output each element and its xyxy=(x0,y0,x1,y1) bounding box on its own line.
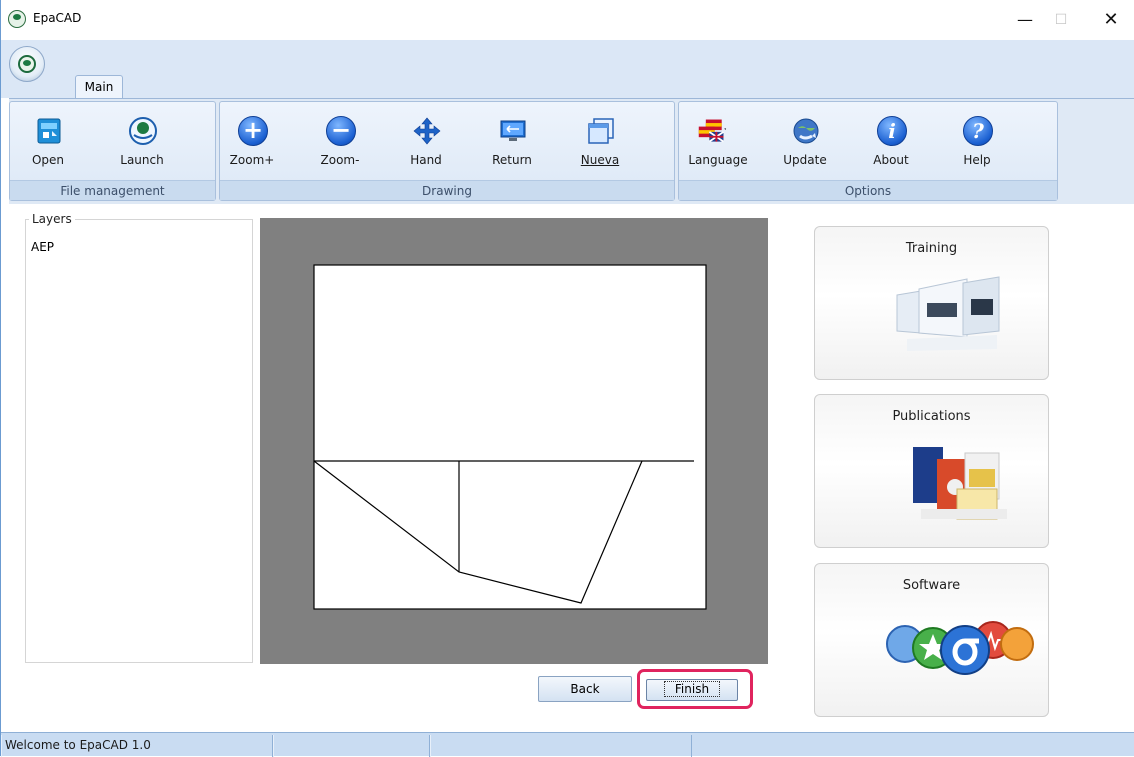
group-label-options: Options xyxy=(679,180,1057,200)
application-menu-button[interactable] xyxy=(9,46,45,82)
globe-update-icon xyxy=(793,118,819,144)
monitor-return-icon xyxy=(500,120,526,141)
ribbon-header xyxy=(1,40,1134,98)
help-label: Help xyxy=(963,153,991,167)
open-button[interactable]: Open xyxy=(18,112,78,172)
hand-label: Hand xyxy=(410,153,442,167)
app-window: EpaCAD — ☐ ✕ Main Open Launch File manag… xyxy=(0,0,1134,757)
return-button[interactable]: Return xyxy=(482,112,542,172)
flags-language-icon xyxy=(698,119,727,143)
layer-item[interactable]: AEP xyxy=(31,240,54,254)
training-title: Training xyxy=(905,241,958,256)
open-file-icon xyxy=(37,118,61,144)
help-button[interactable]: ? Help xyxy=(947,112,1007,172)
zoom-out-icon: − xyxy=(326,116,356,146)
update-button[interactable]: Update xyxy=(775,112,835,172)
zoom-in-label: Zoom+ xyxy=(229,153,275,167)
launch-button[interactable]: Launch xyxy=(112,112,172,172)
language-label: Language xyxy=(688,153,748,167)
finish-label: Finish xyxy=(663,681,721,697)
epa-logo-icon xyxy=(18,55,36,73)
hand-button[interactable]: Hand xyxy=(396,112,456,172)
zoom-out-button[interactable]: − Zoom- xyxy=(310,112,370,172)
drawing-sheet xyxy=(313,264,707,610)
publications-panel[interactable]: Publications xyxy=(814,394,1049,548)
publications-title: Publications xyxy=(892,409,971,424)
publications-books-icon xyxy=(913,447,1007,520)
help-icon: ? xyxy=(963,116,993,146)
software-icons xyxy=(886,621,1034,675)
group-label-file-management: File management xyxy=(10,180,215,200)
info-icon: i xyxy=(877,116,907,146)
update-label: Update xyxy=(783,153,827,167)
status-bar: Welcome to EpaCAD 1.0 xyxy=(1,732,1134,757)
new-window-icon xyxy=(588,118,614,144)
nueva-label: Nueva xyxy=(580,153,620,167)
software-panel[interactable]: Software xyxy=(814,563,1049,717)
nueva-button[interactable]: Nueva xyxy=(570,112,630,172)
return-label: Return xyxy=(492,153,532,167)
close-button[interactable]: ✕ xyxy=(1091,6,1131,34)
status-cell-2 xyxy=(273,735,430,757)
tab-main[interactable]: Main xyxy=(75,75,123,99)
minimize-button[interactable]: — xyxy=(1005,6,1045,34)
launch-label: Launch xyxy=(120,153,164,167)
app-logo-icon xyxy=(8,10,26,28)
layers-panel xyxy=(25,219,253,663)
layers-legend: Layers xyxy=(29,212,75,226)
ribbon: Open Launch File management + Zoom+ − Zo… xyxy=(9,98,1134,204)
training-panel[interactable]: Training xyxy=(814,226,1049,380)
ribbon-group-options: Language Update i About ? Help Options xyxy=(678,101,1058,201)
epa-launch-icon xyxy=(129,117,157,145)
finish-button[interactable]: Finish xyxy=(646,679,738,701)
back-button[interactable]: Back xyxy=(538,676,632,702)
zoom-in-button[interactable]: + Zoom+ xyxy=(222,112,282,172)
language-button[interactable]: Language xyxy=(683,112,753,172)
training-screens-icon xyxy=(896,276,1000,351)
status-cell-3 xyxy=(430,735,692,757)
group-label-drawing: Drawing xyxy=(220,180,674,200)
software-title: Software xyxy=(902,578,961,593)
maximize-button[interactable]: ☐ xyxy=(1041,6,1081,34)
zoom-in-icon: + xyxy=(238,116,268,146)
title-bar: EpaCAD — ☐ ✕ xyxy=(1,0,1134,40)
move-arrows-icon xyxy=(413,117,441,145)
ribbon-group-drawing: + Zoom+ − Zoom- Hand Return Nueva Drawin… xyxy=(219,101,675,201)
drawing-area[interactable] xyxy=(260,218,768,664)
window-title: EpaCAD xyxy=(33,11,82,25)
about-label: About xyxy=(873,153,909,167)
open-label: Open xyxy=(31,153,65,167)
ribbon-group-file-management: Open Launch File management xyxy=(9,101,216,201)
zoom-out-label: Zoom- xyxy=(320,153,360,167)
status-message: Welcome to EpaCAD 1.0 xyxy=(1,735,273,757)
about-button[interactable]: i About xyxy=(861,112,921,172)
